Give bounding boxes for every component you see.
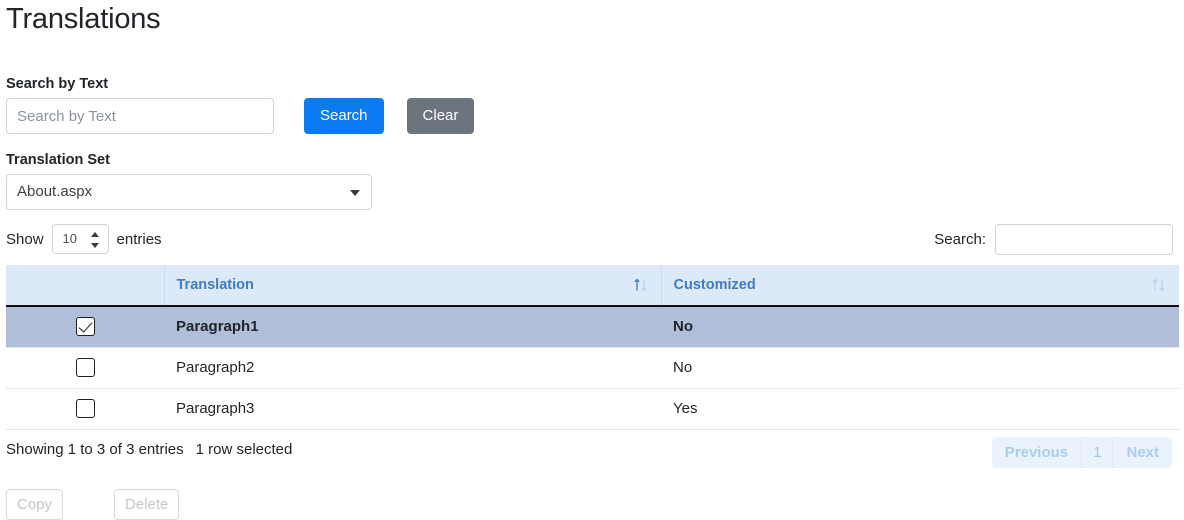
- table-row[interactable]: Paragraph3 Yes: [6, 388, 1179, 429]
- bottom-actions: Copy Delete: [6, 489, 1178, 520]
- table-body: Paragraph1 No Paragraph2 No Paragraph3 Y…: [6, 306, 1179, 429]
- translation-set-section: Translation Set About.aspx: [6, 152, 1178, 210]
- search-row: Search Clear: [6, 98, 1178, 134]
- page-title: Translations: [6, 0, 1178, 36]
- cell-customized: No: [661, 347, 1179, 388]
- search-by-text-section: Search by Text Search Clear: [6, 76, 1178, 134]
- table-search-group: Search:: [934, 224, 1173, 255]
- cell-translation: Paragraph3: [164, 388, 661, 429]
- sort-icon-translation[interactable]: [633, 278, 649, 293]
- search-text-input[interactable]: [6, 98, 274, 134]
- row-select-cell[interactable]: [6, 388, 164, 429]
- translation-set-label: Translation Set: [6, 152, 1178, 168]
- chevron-down-icon: [350, 190, 360, 196]
- clear-button[interactable]: Clear: [407, 98, 475, 134]
- table-row[interactable]: Paragraph1 No: [6, 306, 1179, 347]
- row-checkbox[interactable]: [76, 358, 95, 377]
- page-length-value: 10: [63, 231, 77, 246]
- copy-button[interactable]: Copy: [6, 489, 63, 520]
- cell-customized: No: [661, 306, 1179, 347]
- row-checkbox[interactable]: [76, 399, 95, 418]
- column-label-customized: Customized: [674, 277, 756, 293]
- stepper-icon: [91, 232, 100, 248]
- selection-info: 1 row selected: [196, 441, 293, 458]
- show-label: Show: [6, 231, 44, 248]
- translations-page: Translations Search by Text Search Clear…: [0, 0, 1184, 514]
- search-button[interactable]: Search: [304, 98, 384, 134]
- column-header-customized[interactable]: Customized: [661, 265, 1179, 306]
- table-controls: Show 10 entries Search:: [6, 224, 1178, 258]
- pagination-page-1[interactable]: 1: [1082, 437, 1113, 468]
- table-row[interactable]: Paragraph2 No: [6, 347, 1179, 388]
- table-footer: Showing 1 to 3 of 3 entries 1 row selecte…: [6, 441, 1178, 475]
- translation-set-select[interactable]: About.aspx: [6, 174, 372, 210]
- row-select-cell[interactable]: [6, 306, 164, 347]
- table-head: Translation Customized: [6, 265, 1179, 306]
- cell-translation: Paragraph2: [164, 347, 661, 388]
- column-header-select: [6, 265, 164, 306]
- column-label-translation: Translation: [177, 277, 254, 293]
- page-length-select[interactable]: 10: [52, 224, 109, 254]
- pagination: Previous 1 Next: [992, 437, 1172, 468]
- pagination-next[interactable]: Next: [1113, 437, 1172, 468]
- translations-table: Translation Customized: [6, 265, 1179, 430]
- row-select-cell[interactable]: [6, 347, 164, 388]
- cell-customized: Yes: [661, 388, 1179, 429]
- translation-set-selected-value: About.aspx: [6, 174, 372, 210]
- entries-label: entries: [117, 231, 162, 248]
- table-search-input[interactable]: [995, 224, 1173, 255]
- table-header-row: Translation Customized: [6, 265, 1179, 306]
- row-checkbox[interactable]: [76, 317, 95, 336]
- delete-button[interactable]: Delete: [114, 489, 179, 520]
- search-by-text-label: Search by Text: [6, 76, 1178, 92]
- column-header-translation[interactable]: Translation: [164, 265, 661, 306]
- pagination-previous[interactable]: Previous: [992, 437, 1082, 468]
- entries-info: Showing 1 to 3 of 3 entries: [6, 441, 184, 458]
- sort-icon-customized[interactable]: [1151, 278, 1167, 293]
- cell-translation: Paragraph1: [164, 306, 661, 347]
- table-search-label: Search:: [934, 231, 986, 248]
